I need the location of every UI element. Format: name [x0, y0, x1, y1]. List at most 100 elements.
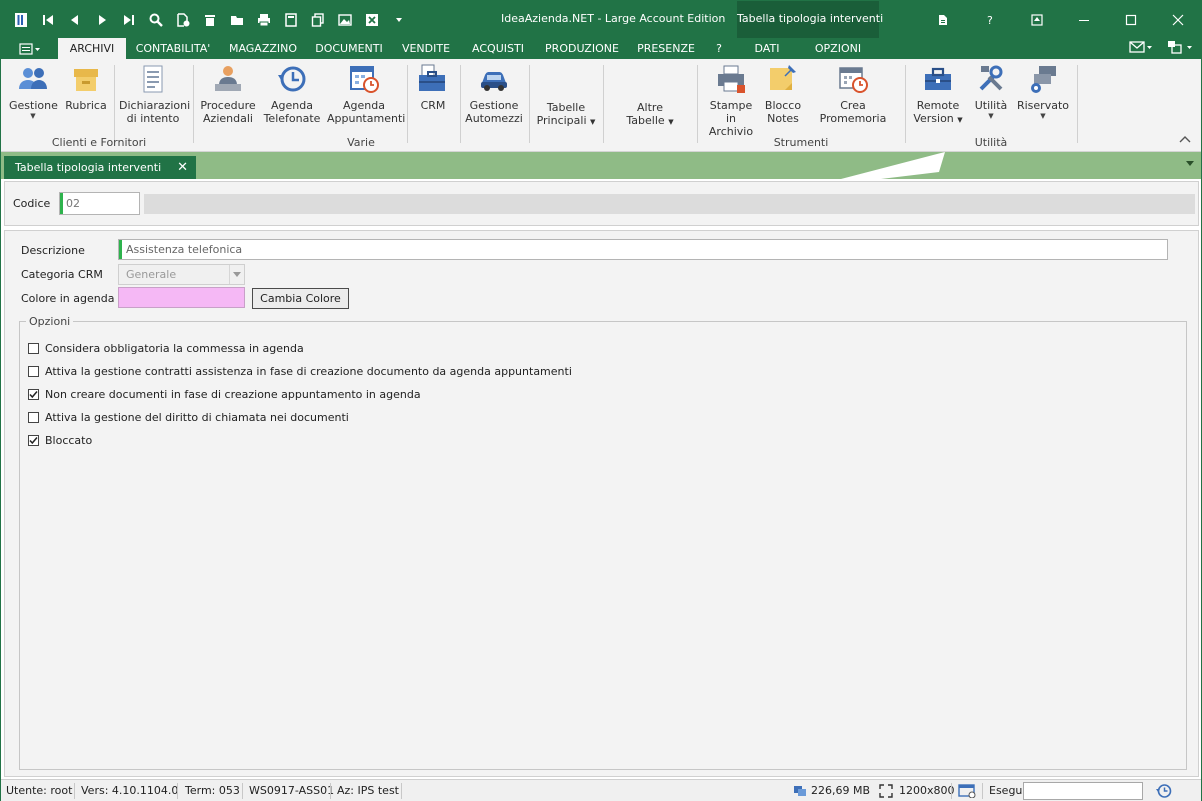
group-label-varie: Varie [347, 136, 375, 149]
blocco-label-1: Blocco [764, 99, 802, 112]
calculator-icon[interactable] [277, 5, 304, 35]
option-checkbox-row[interactable]: Attiva la gestione del diritto di chiama… [28, 411, 349, 424]
tab-archivi[interactable]: ARCHIVI [58, 38, 126, 59]
help-icon[interactable]: ? [966, 1, 1013, 38]
procedure-label-2: Aziendali [203, 112, 253, 125]
remote-version-button[interactable]: Remote Version ▼ [911, 63, 965, 127]
cambia-colore-button[interactable]: Cambia Colore [252, 288, 349, 309]
procedure-aziendali-button[interactable]: Procedure Aziendali [199, 63, 257, 125]
unchecked-checkbox-icon[interactable] [28, 343, 39, 354]
dichiarazioni-button[interactable]: Dichiarazioni di intento [119, 63, 190, 125]
tab-contabilita[interactable]: CONTABILITA' [128, 38, 218, 59]
document-tab-strip: Tabella tipologia interventi ✕ [1, 152, 1201, 179]
screen-capture-icon[interactable] [958, 784, 976, 798]
last-record-icon[interactable] [115, 5, 142, 35]
agenda-telefonate-label-1: Agenda [271, 99, 313, 112]
folder-icon[interactable] [223, 5, 250, 35]
new-record-icon[interactable] [169, 5, 196, 35]
categoria-crm-select[interactable]: Generale [118, 264, 245, 285]
status-separator [242, 783, 243, 799]
excel-export-icon[interactable] [358, 5, 385, 35]
next-record-icon[interactable] [88, 5, 115, 35]
agenda-telefonate-button[interactable]: Agenda Telefonate [263, 63, 321, 125]
agenda-appuntamenti-label-2: Appuntamenti [327, 112, 406, 125]
unchecked-checkbox-icon[interactable] [28, 412, 39, 423]
altre-tabelle-button[interactable]: Altre Tabelle ▼ [613, 101, 687, 129]
maximize-icon[interactable] [1107, 1, 1154, 38]
first-record-icon[interactable] [34, 5, 61, 35]
riservato-dropdown-icon: ▼ [1040, 112, 1046, 120]
status-separator [982, 783, 983, 799]
tab-vendite[interactable]: VENDITE [395, 38, 457, 59]
riservato-button[interactable]: Riservato ▼ [1015, 63, 1071, 121]
esegui-input[interactable] [1023, 782, 1143, 800]
customize-toolbar-icon[interactable] [385, 5, 412, 35]
status-azienda: Az: IPS test [337, 784, 399, 797]
quick-access-toolbar [7, 1, 412, 38]
rubrica-button[interactable]: Rubrica [63, 63, 109, 112]
utilita-button[interactable]: Utilità ▼ [969, 63, 1013, 121]
descrizione-input[interactable]: Assistenza telefonica [118, 239, 1168, 260]
option-checkbox-row[interactable]: Non creare documenti in fase di creazion… [28, 388, 421, 401]
tab-magazzino[interactable]: MAGAZZINO [223, 38, 303, 59]
option-checkbox-row[interactable]: Considera obbligatoria la commessa in ag… [28, 342, 304, 355]
chevron-down-icon[interactable] [229, 265, 244, 284]
option-checkbox-row[interactable]: Bloccato [28, 434, 92, 447]
car-icon [481, 72, 507, 91]
copy-icon[interactable] [304, 5, 331, 35]
tab-produzione[interactable]: PRODUZIONE [538, 38, 626, 59]
person-desk-icon [215, 66, 241, 91]
app-logo-icon[interactable] [7, 5, 34, 35]
tab-help[interactable]: ? [707, 38, 731, 59]
opzioni-group: Opzioni Considera obbligatoria la commes… [19, 315, 1187, 770]
tab-acquisti[interactable]: ACQUISTI [463, 38, 533, 59]
tabelle-principali-button[interactable]: Tabelle Principali ▼ [533, 101, 599, 129]
checked-checkbox-icon[interactable] [28, 435, 39, 446]
option-checkbox-row[interactable]: Attiva la gestione contratti assistenza … [28, 365, 572, 378]
tab-list-dropdown-icon[interactable] [1185, 160, 1195, 168]
stampe-archivio-button[interactable]: Stampe in Archivio [703, 63, 759, 138]
crm-button[interactable]: CRM [413, 63, 453, 112]
doc-tab-tabella-tipologia[interactable]: Tabella tipologia interventi ✕ [4, 156, 196, 179]
search-icon[interactable] [142, 5, 169, 35]
altre-dropdown-icon: ▼ [668, 118, 674, 126]
group-label-strumenti: Strumenti [773, 136, 829, 149]
dichiarazioni-label-2: di intento [126, 112, 180, 125]
tab-strip-decoration [841, 152, 945, 179]
image-icon[interactable] [331, 5, 358, 35]
print-icon[interactable] [250, 5, 277, 35]
automezzi-label-1: Gestione [469, 99, 519, 112]
crea-promemoria-button[interactable]: Crea Promemoria [809, 63, 897, 125]
tab-dati[interactable]: DATI [741, 38, 793, 59]
option-label: Attiva la gestione del diritto di chiama… [45, 411, 349, 424]
tab-opzioni[interactable]: OPZIONI [805, 38, 871, 59]
minimize-icon[interactable] [1060, 1, 1107, 38]
mail-icon[interactable] [1129, 40, 1153, 54]
collapse-ribbon-icon[interactable] [1179, 134, 1191, 144]
history-icon[interactable] [1156, 783, 1172, 799]
tabelle-dropdown-icon: ▼ [590, 118, 596, 126]
tab-documenti[interactable]: DOCUMENTI [308, 38, 390, 59]
system-menu-icon[interactable] [15, 41, 45, 57]
window-layout-icon[interactable] [1167, 40, 1193, 54]
blocco-notes-button[interactable]: Blocco Notes [761, 63, 805, 125]
gestione-automezzi-button[interactable]: Gestione Automezzi [465, 63, 523, 125]
close-icon[interactable] [1154, 1, 1201, 38]
unchecked-checkbox-icon[interactable] [28, 366, 39, 377]
delete-icon[interactable] [196, 5, 223, 35]
codice-input[interactable]: 02 [59, 192, 140, 215]
gestione-button[interactable]: Gestione ▼ [9, 63, 58, 121]
ribbon-separator [407, 65, 408, 143]
ribbon-separator [114, 65, 115, 143]
previous-record-icon[interactable] [61, 5, 88, 35]
contextual-tab-title: Tabella tipologia interventi [737, 12, 884, 25]
restore-ribbon-icon[interactable] [1013, 1, 1060, 38]
agenda-telefonate-label-2: Telefonate [263, 112, 321, 125]
close-tab-icon[interactable]: ✕ [177, 156, 188, 179]
tab-presenze[interactable]: PRESENZE [631, 38, 701, 59]
option-label: Considera obbligatoria la commessa in ag… [45, 342, 304, 355]
checked-checkbox-icon[interactable] [28, 389, 39, 400]
ribbon-separator [193, 65, 194, 143]
document-icon[interactable] [919, 1, 966, 38]
agenda-appuntamenti-button[interactable]: Agenda Appuntamenti [327, 63, 405, 125]
